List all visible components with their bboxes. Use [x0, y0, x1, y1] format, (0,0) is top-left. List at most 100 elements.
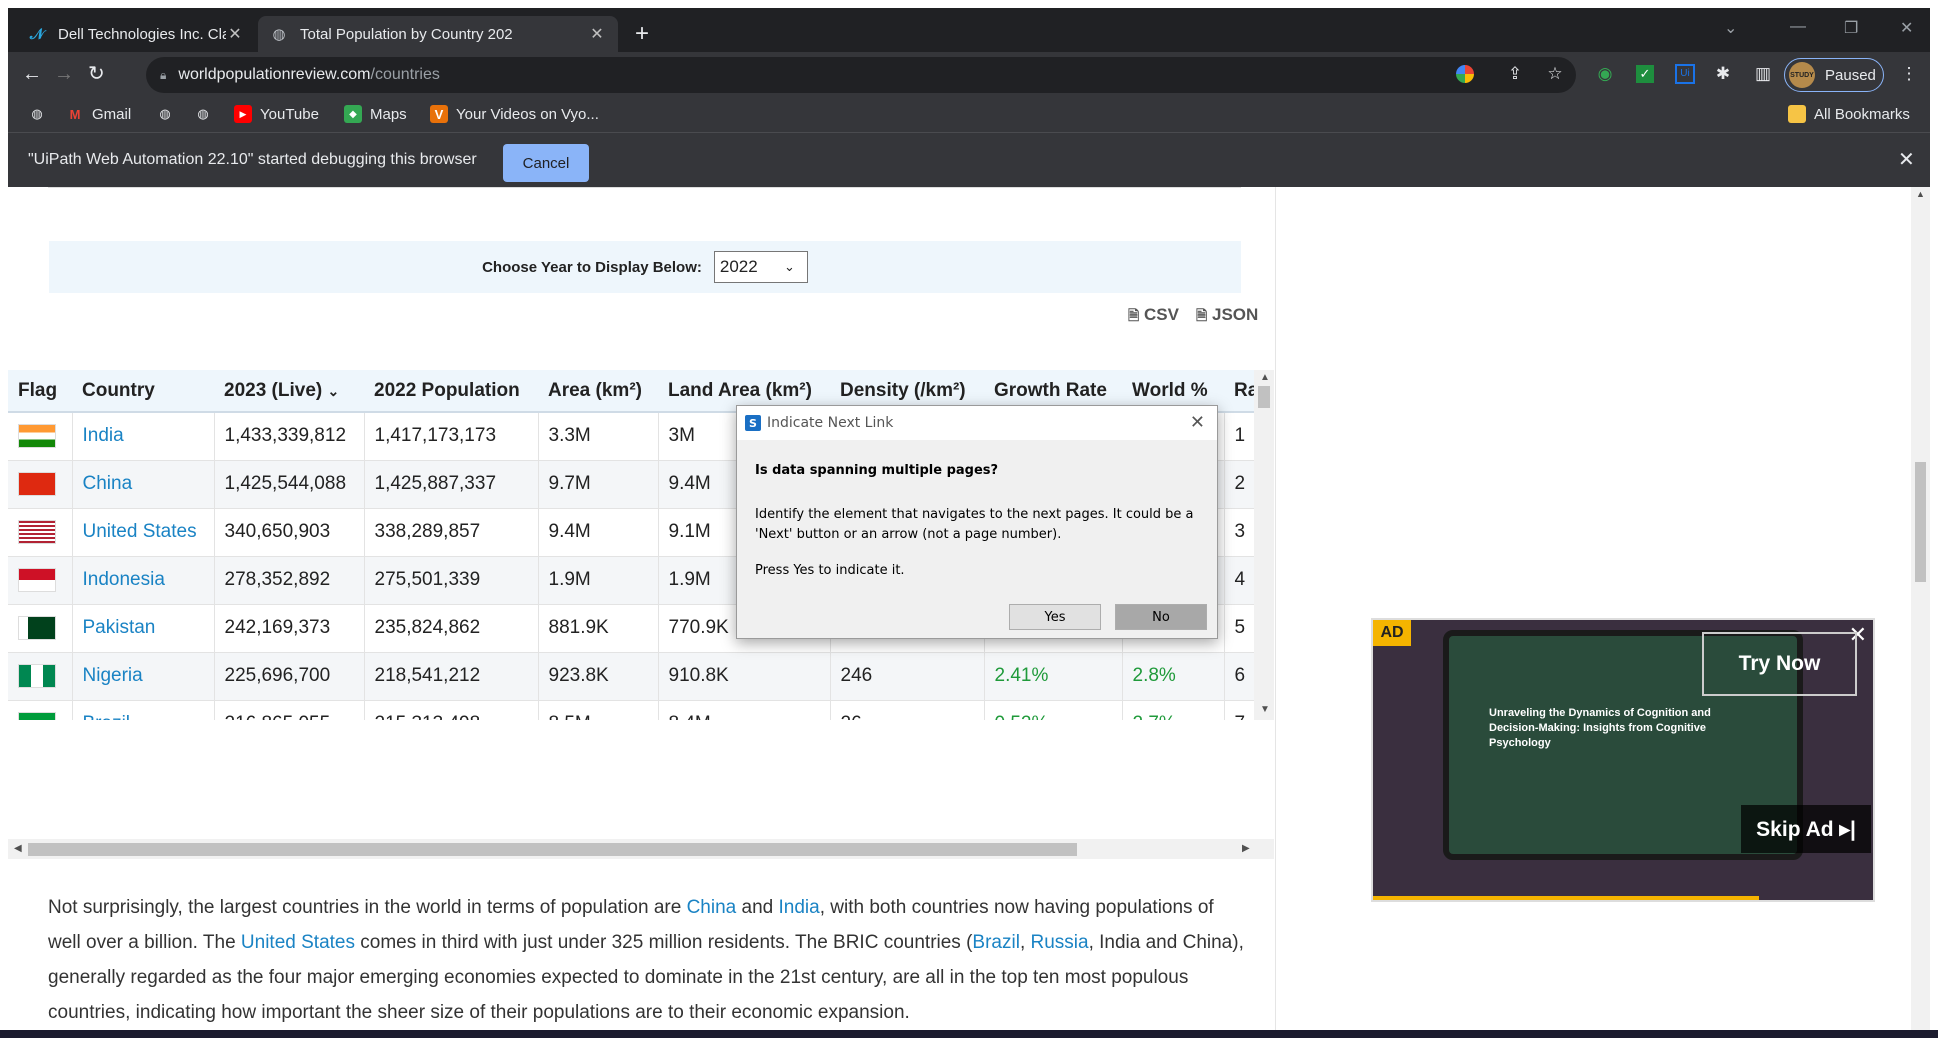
- scroll-thumb[interactable]: [28, 843, 1077, 856]
- cell-density: 26: [830, 700, 985, 720]
- extension-check-icon[interactable]: ✓: [1634, 63, 1656, 85]
- table-vertical-scrollbar[interactable]: ▲ ▼: [1254, 370, 1274, 720]
- restore-icon[interactable]: ❐: [1844, 18, 1858, 38]
- forward-icon[interactable]: →: [54, 62, 74, 86]
- extensions-puzzle-icon[interactable]: ✱: [1712, 63, 1734, 85]
- google-lens-icon[interactable]: [1454, 63, 1476, 85]
- scroll-right-icon[interactable]: ▶: [1242, 843, 1250, 854]
- table-horizontal-scrollbar[interactable]: ◀ ▶: [8, 839, 1274, 859]
- flag-icon: [18, 472, 56, 496]
- cell-pop2022: 235,824,862: [364, 604, 539, 653]
- flag-icon: [18, 520, 56, 544]
- side-panel-icon[interactable]: ▥: [1752, 63, 1774, 85]
- close-window-icon[interactable]: ✕: [1900, 18, 1913, 38]
- share-icon[interactable]: ⇪: [1504, 63, 1526, 85]
- yes-button[interactable]: Yes: [1009, 604, 1101, 630]
- bookmark-globe-2[interactable]: ◍: [156, 105, 182, 123]
- country-link[interactable]: Indonesia: [72, 556, 215, 605]
- no-button[interactable]: No: [1115, 604, 1207, 630]
- header-flag[interactable]: Flag: [8, 370, 72, 413]
- cell-density: 246: [830, 652, 985, 701]
- tab-title: Dell Technologies Inc. Class C Co: [58, 25, 226, 43]
- minimize-icon[interactable]: —: [1790, 18, 1806, 36]
- header-country[interactable]: Country: [72, 370, 214, 413]
- cell-area: 1.9M: [538, 556, 659, 605]
- dialog-titlebar: S Indicate Next Link: [737, 406, 1217, 440]
- new-tab-icon[interactable]: +: [635, 22, 649, 46]
- ad-headline: Unraveling the Dynamics of Cognition and…: [1489, 707, 1711, 749]
- tab-dell[interactable]: 𝒩 Dell Technologies Inc. Class C Co ✕: [16, 16, 256, 52]
- close-tab-icon[interactable]: ✕: [588, 24, 606, 44]
- all-bookmarks[interactable]: All Bookmarks: [1788, 105, 1910, 123]
- country-link[interactable]: Brazil: [72, 700, 215, 720]
- profile-button[interactable]: STUDY Paused: [1784, 58, 1884, 92]
- close-dialog-icon[interactable]: ✕: [1190, 412, 1205, 433]
- ad-progress-bar: [1373, 896, 1759, 900]
- scroll-up-icon[interactable]: ▲: [1916, 189, 1925, 199]
- link-china[interactable]: China: [687, 897, 737, 918]
- flag-icon: [18, 664, 56, 688]
- globe-icon: ◍: [159, 106, 171, 121]
- close-infobar-icon[interactable]: ✕: [1898, 147, 1915, 172]
- skip-ad-button[interactable]: Skip Ad ▸|: [1741, 805, 1871, 853]
- header-area[interactable]: Area (km²): [538, 370, 658, 413]
- bookmark-star-icon[interactable]: ☆: [1544, 63, 1566, 85]
- country-link[interactable]: India: [72, 412, 215, 461]
- flag-cell: [8, 604, 73, 653]
- link-brazil[interactable]: Brazil: [972, 932, 1020, 953]
- country-link[interactable]: Pakistan: [72, 604, 215, 653]
- country-link[interactable]: Nigeria: [72, 652, 215, 701]
- file-icon: 🗎︎: [1128, 307, 1140, 323]
- cell-pop2022: 1,417,173,173: [364, 412, 539, 461]
- tab-population[interactable]: ◍ Total Population by Country 202 ✕: [258, 16, 618, 52]
- try-now-button[interactable]: Try Now: [1702, 632, 1857, 696]
- video-ad[interactable]: Unraveling the Dynamics of Cognition and…: [1371, 618, 1875, 902]
- uipath-extension-icon[interactable]: Ui: [1674, 63, 1696, 85]
- text: and: [736, 897, 779, 918]
- link-united-states[interactable]: United States: [241, 932, 355, 953]
- year-select[interactable]: 2022 ⌄: [713, 251, 808, 283]
- uipath-logo-icon: S: [745, 415, 761, 431]
- scroll-left-icon[interactable]: ◀: [14, 843, 22, 854]
- cell-live: 242,169,373: [214, 604, 365, 653]
- flag-cell: [8, 652, 73, 701]
- page-scrollbar[interactable]: ▲: [1911, 187, 1930, 1038]
- flag-icon: [18, 424, 56, 449]
- menu-kebab-icon[interactable]: ⋮: [1898, 63, 1920, 85]
- json-download[interactable]: 🗎︎ JSON: [1196, 305, 1258, 329]
- header-2022-population[interactable]: 2022 Population: [364, 370, 538, 413]
- bookmark-label: Maps: [370, 105, 407, 123]
- bookmark-label: Your Videos on Vyo...: [456, 105, 599, 123]
- extension-green-icon[interactable]: ◉: [1594, 63, 1616, 85]
- cancel-debugging-button[interactable]: Cancel: [503, 144, 589, 182]
- bookmark-globe-1[interactable]: ◍: [28, 105, 54, 123]
- scroll-thumb[interactable]: [1258, 386, 1270, 408]
- tab-strip: 𝒩 Dell Technologies Inc. Class C Co ✕ ◍ …: [8, 8, 1930, 52]
- reload-icon[interactable]: ↻: [88, 62, 105, 86]
- back-icon[interactable]: ←: [22, 62, 42, 86]
- flag-cell: [8, 412, 73, 461]
- country-link[interactable]: United States: [72, 508, 215, 557]
- scroll-thumb[interactable]: [1915, 462, 1926, 582]
- avatar: STUDY: [1789, 62, 1815, 88]
- country-link[interactable]: China: [72, 460, 215, 509]
- bookmark-vyond[interactable]: V Your Videos on Vyo...: [430, 105, 599, 123]
- address-bar[interactable]: 🔒︎ worldpopulationreview.com/countries: [146, 57, 1576, 93]
- debugging-message: "UiPath Web Automation 22.10" started de…: [28, 151, 477, 168]
- header-2023-live[interactable]: 2023 (Live) ⌄: [214, 370, 364, 413]
- scroll-down-icon[interactable]: ▼: [1260, 704, 1270, 715]
- close-tab-icon[interactable]: ✕: [226, 24, 244, 44]
- bookmark-gmail[interactable]: M Gmail: [66, 105, 132, 123]
- scroll-up-icon[interactable]: ▲: [1260, 372, 1270, 383]
- bookmark-youtube[interactable]: ▶ YouTube: [234, 105, 319, 123]
- cell-area: 881.9K: [538, 604, 659, 653]
- bookmark-maps[interactable]: ◆ Maps: [344, 105, 407, 123]
- sort-desc-icon: ⌄: [327, 382, 340, 399]
- link-russia[interactable]: Russia: [1031, 932, 1089, 953]
- tab-search-icon[interactable]: ⌄: [1724, 18, 1737, 38]
- bookmark-globe-3[interactable]: ◍: [194, 105, 220, 123]
- link-india[interactable]: India: [779, 897, 820, 918]
- cell-land: 8.4M: [658, 700, 831, 720]
- csv-download[interactable]: 🗎︎ CSV: [1128, 305, 1179, 329]
- column-divider: [1275, 187, 1276, 1038]
